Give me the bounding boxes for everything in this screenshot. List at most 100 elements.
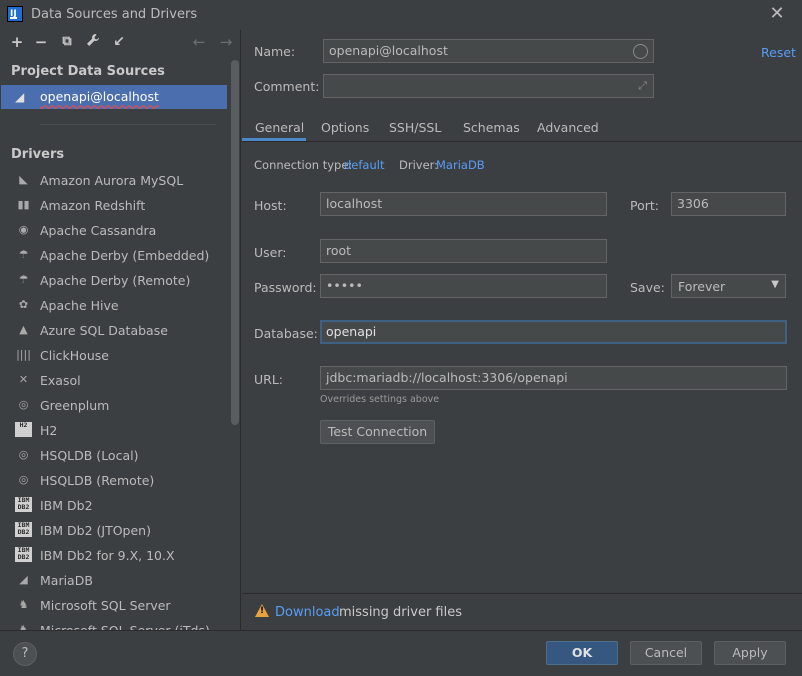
duplicate-icon[interactable]: ⧉ <box>58 33 76 51</box>
driver-item[interactable]: IBM DB2 IBM Db2 (JTOpen) <box>0 518 230 543</box>
help-button[interactable]: ? <box>13 642 37 666</box>
driver-label: Exasol <box>40 373 81 388</box>
driver-item[interactable]: ◣ Amazon Aurora MySQL <box>0 168 230 193</box>
add-icon[interactable]: + <box>8 33 26 51</box>
name-field[interactable]: openapi@localhost <box>323 39 654 63</box>
color-circle-icon[interactable] <box>633 44 648 59</box>
password-label: Password: <box>254 280 317 295</box>
tab-options[interactable]: Options <box>321 120 369 135</box>
sidebar-scrollbar[interactable] <box>231 60 240 425</box>
project-data-sources-heading: Project Data Sources <box>11 64 165 79</box>
save-dropdown[interactable]: Forever ▼ <box>671 274 786 298</box>
connection-type-link[interactable]: default <box>344 158 384 172</box>
driver-label: Microsoft SQL Server (jTds) <box>40 623 210 630</box>
tab-ssh-ssl[interactable]: SSH/SSL <box>389 120 441 135</box>
connection-type-label: Connection type: <box>254 158 353 172</box>
download-link[interactable]: Download <box>275 605 340 620</box>
sources-toolbar: + − ⧉ ↙ ← → <box>0 30 240 56</box>
scrollbar-thumb[interactable] <box>231 60 239 425</box>
driver-item[interactable]: ✿ Apache Hive <box>0 293 230 318</box>
driver-item[interactable]: ◎ HSQLDB (Local) <box>0 443 230 468</box>
divider <box>40 124 216 125</box>
driver-label: Amazon Redshift <box>40 198 146 213</box>
password-field[interactable]: ••••• <box>320 274 607 298</box>
import-icon[interactable]: ↙ <box>110 33 128 51</box>
driver-item[interactable]: IBM DB2 IBM Db2 <box>0 493 230 518</box>
driver-label: Greenplum <box>40 398 110 413</box>
driver-item[interactable]: ◉ Apache Cassandra <box>0 218 230 243</box>
driver-item[interactable]: H2 H2 <box>0 418 230 443</box>
database-field[interactable]: openapi <box>320 320 787 344</box>
greenplum-icon: ◎ <box>18 398 29 411</box>
driver-label: ClickHouse <box>40 348 109 363</box>
test-connection-button[interactable]: Test Connection <box>320 420 435 444</box>
data-source-settings: Name: openapi@localhost Reset Comment: ⤢… <box>242 30 802 630</box>
sqlserver-icon: ♞ <box>18 598 29 611</box>
close-icon[interactable]: ✕ <box>767 3 787 25</box>
driver-label: Microsoft SQL Server <box>40 598 171 613</box>
driver-item[interactable]: ☂ Apache Derby (Remote) <box>0 268 230 293</box>
driver-label: HSQLDB (Remote) <box>40 473 155 488</box>
driver-item[interactable]: ◎ Greenplum <box>0 393 230 418</box>
url-label: URL: <box>254 372 284 387</box>
mariadb-icon: ◢ <box>15 90 25 104</box>
h2-icon: H2 <box>15 422 32 437</box>
driver-label: Apache Hive <box>40 298 119 313</box>
save-value: Forever <box>678 279 726 294</box>
user-field[interactable]: root <box>320 239 607 263</box>
expand-icon[interactable]: ⤢ <box>638 79 647 93</box>
url-hint: Overrides settings above <box>320 394 440 405</box>
ibm-db2-icon: IBM DB2 <box>15 522 32 537</box>
host-field[interactable]: localhost <box>320 192 607 216</box>
forward-arrow-icon[interactable]: → <box>217 33 235 51</box>
apply-button[interactable]: Apply <box>714 641 786 665</box>
url-field[interactable]: jdbc:mariadb://localhost:3306/openapi <box>320 366 787 390</box>
driver-item[interactable]: ▮▮ Amazon Redshift <box>0 193 230 218</box>
hsqldb-icon: ◎ <box>18 473 29 486</box>
derby-icon: ☂ <box>18 273 29 286</box>
driver-item[interactable]: ♞ Microsoft SQL Server <box>0 593 230 618</box>
ibm-db2-icon: IBM DB2 <box>15 497 32 512</box>
settings-tabs: General Options SSH/SSL Schemas Advanced <box>242 114 802 142</box>
cancel-button[interactable]: Cancel <box>630 641 702 665</box>
wrench-icon[interactable] <box>84 33 102 51</box>
aurora-icon: ◣ <box>19 173 28 186</box>
tab-schemas[interactable]: Schemas <box>463 120 520 135</box>
back-arrow-icon[interactable]: ← <box>190 33 208 51</box>
remove-icon[interactable]: − <box>32 33 50 51</box>
driver-item[interactable]: |||| ClickHouse <box>0 343 230 368</box>
driver-item[interactable]: ✕ Exasol <box>0 368 230 393</box>
ok-button[interactable]: OK <box>546 641 618 665</box>
data-sources-panel: + − ⧉ ↙ ← → Project Data Sources ◢ opena… <box>0 30 241 630</box>
driver-item[interactable]: IBM DB2 IBM Db2 for 9.X, 10.X <box>0 543 230 568</box>
port-field[interactable]: 3306 <box>671 192 786 216</box>
driver-label: H2 <box>40 423 58 438</box>
tab-advanced[interactable]: Advanced <box>537 120 599 135</box>
driver-item[interactable]: ♞ Microsoft SQL Server (jTds) <box>0 618 230 630</box>
reset-link[interactable]: Reset <box>761 45 796 60</box>
dialog-footer: ? OK Cancel Apply <box>0 630 802 676</box>
chevron-down-icon: ▼ <box>771 279 779 290</box>
tab-general[interactable]: General <box>255 120 304 135</box>
sqlserver-icon: ♞ <box>18 623 29 630</box>
driver-link[interactable]: MariaDB <box>436 158 485 172</box>
driver-item[interactable]: ▲ Azure SQL Database <box>0 318 230 343</box>
database-label: Database: <box>254 326 318 341</box>
driver-item[interactable]: ☂ Apache Derby (Embedded) <box>0 243 230 268</box>
driver-label: Azure SQL Database <box>40 323 168 338</box>
clickhouse-icon: |||| <box>16 348 31 361</box>
driver-label: HSQLDB (Local) <box>40 448 139 463</box>
intellij-app-icon: IJ <box>7 6 23 22</box>
driver-label: IBM Db2 <box>40 498 93 513</box>
name-label: Name: <box>254 44 296 59</box>
drivers-list: ◣ Amazon Aurora MySQL ▮▮ Amazon Redshift ◉ Ap… <box>0 168 230 630</box>
warning-bar: ! Download missing driver files <box>242 593 802 630</box>
name-value: openapi@localhost <box>329 43 448 58</box>
warning-icon: ! <box>255 604 269 617</box>
comment-field[interactable]: ⤢ <box>323 74 654 98</box>
data-source-item[interactable]: ◢ openapi@localhost <box>1 85 227 109</box>
drivers-heading: Drivers <box>11 147 65 162</box>
driver-item[interactable]: ◎ HSQLDB (Remote) <box>0 468 230 493</box>
driver-label: Apache Derby (Embedded) <box>40 248 210 263</box>
driver-item[interactable]: ◢ MariaDB <box>0 568 230 593</box>
